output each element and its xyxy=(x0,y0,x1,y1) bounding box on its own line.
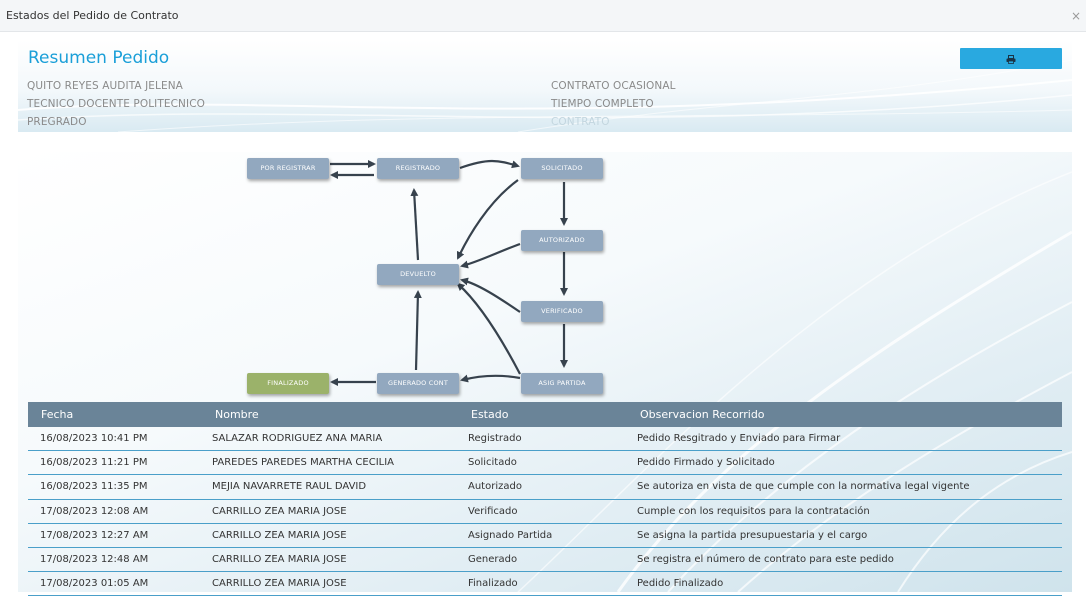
cell-estado: Solicitado xyxy=(458,450,627,476)
node-finalizado: FINALIZADO xyxy=(247,373,329,394)
node-devuelto: DEVUELTO xyxy=(377,264,459,285)
cell-estado: Finalizado xyxy=(458,571,627,596)
cell-observacion: Pedido Resgitrado y Enviado para Firmar xyxy=(627,427,1062,452)
node-verificado: VERIFICADO xyxy=(521,301,603,322)
employee-position: TECNICO DOCENTE POLITECNICO xyxy=(27,98,205,110)
table-row[interactable]: 16/08/2023 11:35 PM MEJIA NAVARRETE RAUL… xyxy=(28,474,1062,500)
cell-fecha: 16/08/2023 10:41 PM xyxy=(28,427,202,452)
printer-icon xyxy=(1006,54,1016,64)
contract-type: CONTRATO OCASIONAL xyxy=(551,80,676,92)
employee-name: QUITO REYES AUDITA JELENA xyxy=(27,80,183,92)
cell-fecha: 16/08/2023 11:21 PM xyxy=(28,450,202,476)
cell-estado: Generado xyxy=(458,547,627,573)
node-solicitado: SOLICITADO xyxy=(521,158,603,179)
cell-nombre: CARRILLO ZEA MARIA JOSE xyxy=(202,547,458,573)
cell-nombre: SALAZAR RODRIGUEZ ANA MARIA xyxy=(202,427,458,452)
flow-arrows xyxy=(330,159,568,386)
table-row[interactable]: 17/08/2023 12:08 AM CARRILLO ZEA MARIA J… xyxy=(28,499,1062,524)
node-por-registrar: POR REGISTRAR xyxy=(247,158,329,179)
cell-observacion: Pedido Finalizado xyxy=(627,571,1062,596)
cell-observacion: Se registra el número de contrato para e… xyxy=(627,547,1062,573)
cell-fecha: 17/08/2023 12:48 AM xyxy=(28,547,202,573)
work-schedule: TIEMPO COMPLETO xyxy=(551,98,654,110)
dialog-header: Estados del Pedido de Contrato × xyxy=(0,0,1086,32)
cell-fecha: 17/08/2023 12:08 AM xyxy=(28,499,202,524)
history-table: Fecha Nombre Estado Observacion Recorrid… xyxy=(28,402,1062,596)
cell-fecha: 17/08/2023 12:27 AM xyxy=(28,523,202,548)
node-registrado: REGISTRADO xyxy=(377,158,459,179)
table-header-row: Fecha Nombre Estado Observacion Recorrid… xyxy=(28,402,1062,427)
order-summary: Resumen Pedido QUITO REYES AUDITA JELENA… xyxy=(18,40,1072,132)
column-header-fecha[interactable]: Fecha xyxy=(28,402,202,427)
cell-observacion: Pedido Firmado y Solicitado xyxy=(627,450,1062,476)
node-autorizado: AUTORIZADO xyxy=(521,230,603,251)
cell-estado: Autorizado xyxy=(458,474,627,500)
cell-nombre: MEJIA NAVARRETE RAUL DAVID xyxy=(202,474,458,500)
dialog-title: Estados del Pedido de Contrato xyxy=(6,9,179,22)
cell-fecha: 17/08/2023 01:05 AM xyxy=(28,571,202,596)
cell-fecha: 16/08/2023 11:35 PM xyxy=(28,474,202,500)
close-icon[interactable]: × xyxy=(1071,9,1081,23)
employee-level: PREGRADO xyxy=(27,116,87,128)
cell-nombre: CARRILLO ZEA MARIA JOSE xyxy=(202,499,458,524)
cell-nombre: PAREDES PAREDES MARTHA CECILIA xyxy=(202,450,458,476)
cell-observacion: Se autoriza en vista de que cumple con l… xyxy=(627,474,1062,500)
node-generado-cont: GENERADO CONT xyxy=(377,373,459,394)
cell-nombre: CARRILLO ZEA MARIA JOSE xyxy=(202,523,458,548)
cell-estado: Verificado xyxy=(458,499,627,524)
cell-nombre: CARRILLO ZEA MARIA JOSE xyxy=(202,571,458,596)
cell-observacion: Cumple con los requisitos para la contra… xyxy=(627,499,1062,524)
cell-estado: Registrado xyxy=(458,427,627,452)
table-row[interactable]: 16/08/2023 10:41 PM SALAZAR RODRIGUEZ AN… xyxy=(28,427,1062,452)
column-header-estado[interactable]: Estado xyxy=(458,402,627,427)
column-header-nombre[interactable]: Nombre xyxy=(202,402,458,427)
table-row[interactable]: 16/08/2023 11:21 PM PAREDES PAREDES MART… xyxy=(28,450,1062,476)
contract-category: CONTRATO xyxy=(551,116,610,128)
table-row[interactable]: 17/08/2023 01:05 AM CARRILLO ZEA MARIA J… xyxy=(28,571,1062,596)
print-button[interactable] xyxy=(960,48,1062,69)
cell-estado: Asignado Partida xyxy=(458,523,627,548)
node-asig-partida: ASIG PARTIDA xyxy=(521,373,603,394)
table-row[interactable]: 17/08/2023 12:27 AM CARRILLO ZEA MARIA J… xyxy=(28,523,1062,548)
cell-observacion: Se asigna la partida presupuestaria y el… xyxy=(627,523,1062,548)
table-row[interactable]: 17/08/2023 12:48 AM CARRILLO ZEA MARIA J… xyxy=(28,547,1062,573)
history-table-container: Fecha Nombre Estado Observacion Recorrid… xyxy=(28,402,1062,596)
summary-heading: Resumen Pedido xyxy=(28,48,170,68)
column-header-observacion[interactable]: Observacion Recorrido xyxy=(627,402,1062,427)
